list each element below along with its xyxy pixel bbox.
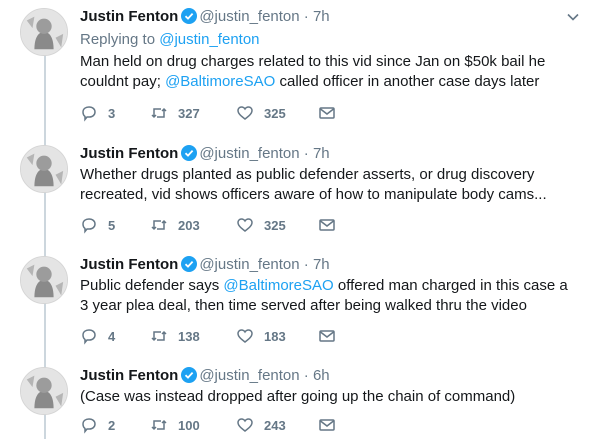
mention-link[interactable]: @BaltimoreSAO	[165, 73, 275, 90]
separator-dot: ·	[303, 367, 309, 384]
direct-message-button[interactable]	[318, 103, 346, 123]
author-name[interactable]: Justin Fenton	[80, 8, 178, 25]
tweet-text: Whether drugs planted as public defender…	[80, 166, 547, 203]
tweet-text-part: called officer in another case days late…	[275, 73, 540, 90]
reply-count: 5	[108, 217, 116, 233]
tweet-header: Justin Fenton @justin_fenton · 6h	[80, 366, 330, 386]
envelope-icon	[319, 219, 335, 231]
like-count: 325	[264, 105, 286, 121]
reply-icon	[82, 418, 96, 434]
tweet-header: Justin Fenton @justin_fenton · 7h	[80, 255, 330, 275]
tweet-actions: 4 138 183	[80, 326, 380, 346]
envelope-icon	[319, 330, 335, 342]
reply-icon	[82, 106, 96, 122]
reply-button[interactable]: 3	[80, 103, 115, 123]
reply-count: 3	[108, 105, 116, 121]
reply-button[interactable]: 5	[80, 215, 115, 235]
timestamp[interactable]: 6h	[313, 367, 330, 384]
tweet-text-part: Public defender says	[80, 277, 224, 294]
retweet-count: 100	[178, 417, 200, 433]
like-button[interactable]: 183	[236, 326, 286, 346]
heart-icon	[237, 418, 253, 432]
retweet-icon	[151, 107, 167, 119]
retweet-button[interactable]: 100	[150, 415, 200, 435]
tweet-text: Man held on drug charges related to this…	[80, 52, 580, 92]
heart-icon	[237, 218, 253, 232]
reply-button[interactable]: 2	[80, 415, 115, 435]
timestamp[interactable]: 7h	[313, 8, 330, 25]
tweet-text: (Case was instead dropped after going up…	[80, 388, 516, 405]
like-button[interactable]: 325	[236, 215, 286, 235]
separator-dot: ·	[303, 8, 309, 25]
like-button[interactable]: 325	[236, 103, 286, 123]
verified-badge-icon	[181, 145, 198, 161]
author-handle[interactable]: @justin_fenton	[199, 8, 299, 25]
like-count: 325	[264, 217, 286, 233]
author-name[interactable]: Justin Fenton	[80, 367, 178, 384]
author-handle[interactable]: @justin_fenton	[199, 367, 299, 384]
retweet-button[interactable]: 203	[150, 215, 200, 235]
reply-count: 4	[108, 328, 116, 344]
tweet-3[interactable]: Justin Fenton @justin_fenton · 7h Public …	[0, 254, 594, 372]
tweet-actions: 3 327 325	[80, 103, 380, 123]
replying-to-handle[interactable]: @justin_fenton	[159, 31, 259, 48]
author-name[interactable]: Justin Fenton	[80, 145, 178, 162]
tweet-1[interactable]: Justin Fenton @justin_fenton · 7h Replyin…	[0, 6, 594, 124]
avatar[interactable]	[20, 145, 68, 193]
replying-to-label: Replying to	[80, 31, 156, 48]
envelope-icon	[319, 419, 335, 431]
avatar[interactable]	[20, 256, 68, 304]
tweet-header: Justin Fenton @justin_fenton · 7h	[80, 144, 330, 164]
retweet-button[interactable]: 327	[150, 103, 200, 123]
retweet-icon	[151, 219, 167, 231]
tweet-actions: 2 100 243	[80, 415, 380, 435]
retweet-button[interactable]: 138	[150, 326, 200, 346]
retweet-count: 203	[178, 217, 200, 233]
tweet-2[interactable]: Justin Fenton @justin_fenton · 7h Whether…	[0, 143, 594, 261]
retweet-count: 138	[178, 328, 200, 344]
direct-message-button[interactable]	[318, 215, 346, 235]
reply-button[interactable]: 4	[80, 326, 115, 346]
direct-message-button[interactable]	[318, 415, 346, 435]
tweet-header: Justin Fenton @justin_fenton · 7h	[80, 7, 330, 27]
direct-message-button[interactable]	[318, 326, 346, 346]
reply-icon	[82, 218, 96, 234]
retweet-icon	[151, 419, 167, 431]
author-name[interactable]: Justin Fenton	[80, 256, 178, 273]
mention-link[interactable]: @BaltimoreSAO	[223, 277, 333, 294]
like-count: 243	[264, 417, 286, 433]
reply-count: 2	[108, 417, 116, 433]
heart-icon	[237, 106, 253, 120]
envelope-icon	[319, 107, 335, 119]
avatar[interactable]	[20, 8, 68, 56]
tweet-actions: 5 203 325	[80, 215, 380, 235]
reply-icon	[82, 329, 96, 345]
like-count: 183	[264, 328, 286, 344]
like-button[interactable]: 243	[236, 415, 286, 435]
author-handle[interactable]: @justin_fenton	[199, 145, 299, 162]
author-handle[interactable]: @justin_fenton	[199, 256, 299, 273]
timestamp[interactable]: 7h	[313, 256, 330, 273]
timestamp[interactable]: 7h	[313, 145, 330, 162]
separator-dot: ·	[303, 145, 309, 162]
retweet-count: 327	[178, 105, 200, 121]
verified-badge-icon	[181, 256, 198, 272]
tweet-4[interactable]: Justin Fenton @justin_fenton · 6h (Case w…	[0, 365, 594, 439]
verified-badge-icon	[181, 8, 198, 24]
retweet-icon	[151, 330, 167, 342]
separator-dot: ·	[303, 256, 309, 273]
replying-to: Replying to @justin_fenton	[80, 31, 260, 48]
heart-icon	[237, 329, 253, 343]
avatar[interactable]	[20, 367, 68, 415]
chevron-down-icon[interactable]	[566, 10, 580, 24]
verified-badge-icon	[181, 367, 198, 383]
tweet-text: Public defender says @BaltimoreSAO offer…	[80, 276, 580, 316]
